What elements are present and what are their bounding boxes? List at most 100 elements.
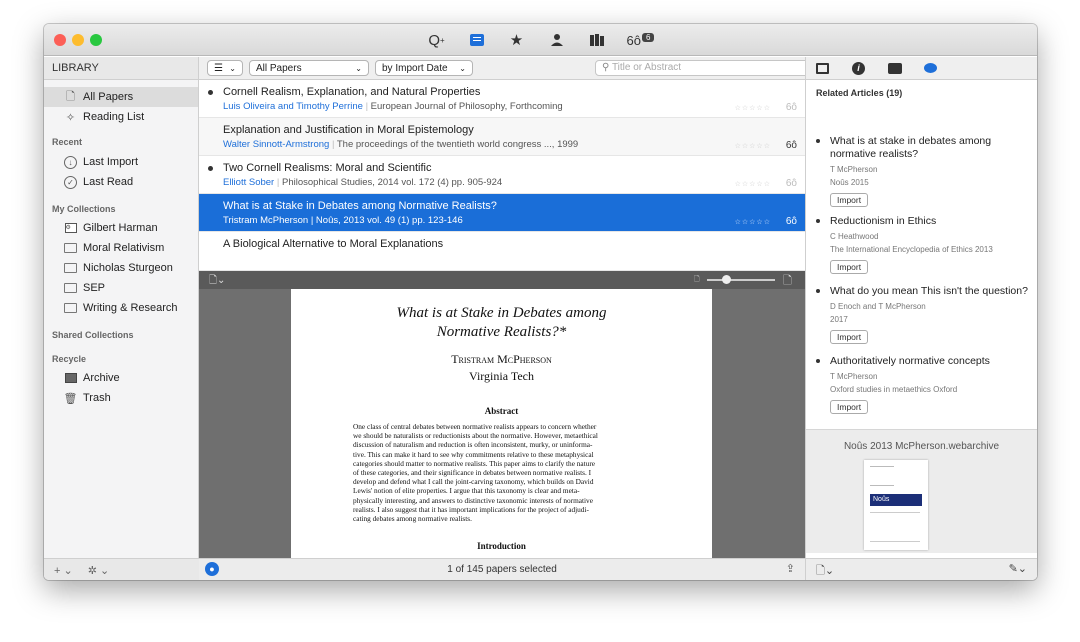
file-icon[interactable]: 🗋⌄ [816,562,834,580]
attachment-thumbnail[interactable]: Noûs [864,460,928,550]
sidebar-item-reading-list[interactable]: ✧ Reading List [44,107,198,127]
attachment-preview[interactable]: Noûs 2013 McPherson.webarchive Noûs [806,429,1037,553]
user-icon[interactable] [537,30,577,50]
sort-select[interactable]: by Import Date ⌄ [375,60,473,76]
paper-row[interactable]: Cornell Realism, Explanation, and Natura… [199,80,805,118]
library-icon[interactable] [577,30,617,50]
share-icon[interactable]: ⇪ [786,562,795,575]
app-window: Q + ★ 6ô 6 LIBRARY 🗋 All Papers ✧ Reading Li… [44,24,1037,580]
menu-icon: ☰ [214,62,223,74]
related-title[interactable]: Authoritatively normative concepts [816,355,1031,368]
reading-glasses-icon[interactable]: 6ô [786,102,797,113]
sidebar-item-writing-research[interactable]: Writing & Research [44,298,198,318]
section-recycle: Recycle [52,354,87,364]
import-button[interactable]: Import [830,400,869,414]
rating-stars[interactable]: ☆☆☆☆☆ [735,180,771,188]
bullet [816,359,820,363]
sidebar-item-label: Last Import [83,156,139,168]
paper-authors: Luis Oliveira and Timothy Perrine [223,101,363,112]
paper-row[interactable]: Explanation and Justification in Moral E… [199,118,805,156]
reading-glasses-icon[interactable]: 6ô [786,178,797,189]
reading-glasses-icon[interactable]: 6ô 6 [617,30,665,50]
list-view-icon[interactable] [457,30,497,50]
pdf-viewer[interactable]: What is at Stake in Debates among Normat… [199,289,805,558]
tab-metadata[interactable] [816,57,852,79]
tab-info[interactable]: i [852,57,888,79]
search-input[interactable]: ⚲ Title or Abstract [595,60,825,76]
related-article: What do you mean This isn't the question… [816,285,1031,344]
reading-badge: 6 [642,32,655,42]
pdf-abstract-line: we should be naturalists or reductionist… [353,431,598,441]
pdf-abstract-line: develop and defend what I call the joint… [353,477,594,487]
reading-glasses-icon[interactable]: 6ô [786,216,797,227]
paper-title: Two Cornell Realisms: Moral and Scientif… [223,162,432,174]
search-icon: ⚲ [602,62,610,73]
inspector-tabs: i [806,57,1037,80]
sidebar-item-label: Moral Relativism [83,242,165,254]
sidebar-item-moral-relativism[interactable]: Moral Relativism [44,238,198,258]
archive-box-icon [64,372,77,385]
main-toolbar: Q + ★ 6ô 6 [44,30,1037,50]
paperclip-icon[interactable]: ✎⌄ [1009,562,1027,575]
import-button[interactable]: Import [830,193,869,207]
chevron-down-icon: ⌄ [459,63,466,73]
folder-icon [64,303,77,313]
paper-row[interactable]: A Biological Alternative to Moral Explan… [199,232,805,271]
sidebar-item-gilbert-harman[interactable]: ⚙ Gilbert Harman [44,218,198,238]
zoom-slider[interactable] [707,279,775,281]
sidebar-item-archive[interactable]: Archive [44,368,198,388]
trash-icon: 🗑 [63,392,78,405]
related-venue: Oxford studies in metaethics Oxford [830,385,958,394]
paper-row[interactable]: Two Cornell Realisms: Moral and Scientif… [199,156,805,194]
sidebar-item-all-papers[interactable]: 🗋 All Papers [44,87,198,107]
attachment-name: Noûs 2013 McPherson.webarchive [843,441,1000,452]
search-add-icon[interactable]: Q + [417,30,457,50]
paper-authors: Walter Sinnott-Armstrong [223,139,330,150]
rating-stars[interactable]: ☆☆☆☆☆ [735,218,771,226]
bullet [816,139,820,143]
paper-source: Noûs, 2013 vol. 49 (1) pp. 123-146 [315,215,463,226]
document-menu-icon[interactable]: 🗋⌄ [209,273,225,290]
filter-value: All Papers [256,62,302,74]
list-options-button[interactable]: ☰ ⌄ [207,60,243,76]
sidebar-item-nicholas-sturgeon[interactable]: Nicholas Sturgeon [44,258,198,278]
pdf-title-line1: What is at Stake in Debates among [396,305,607,321]
pdf-abstract-line: discussion of naturalism and reduction i… [353,440,593,450]
chevron-down-icon: ⌄ [355,63,362,73]
sidebar-item-last-import[interactable]: ↓ Last Import [44,152,198,172]
sidebar-item-trash[interactable]: 🗑 Trash [44,388,198,408]
zoom-slider-knob[interactable] [722,275,731,284]
filter-select[interactable]: All Papers ⌄ [249,60,369,76]
tab-related[interactable] [924,57,960,79]
bullet [816,289,820,293]
related-heading: Related Articles (19) [816,88,903,98]
paper-row-selected[interactable]: What is at Stake in Debates among Normat… [199,194,805,232]
paper-authors: Elliott Sober [223,177,275,188]
rating-stars[interactable]: ☆☆☆☆☆ [735,104,771,112]
add-collection-button[interactable]: + ⌄ [54,565,73,577]
sidebar-item-last-read[interactable]: ✓ Last Read [44,172,198,192]
related-title[interactable]: What do you mean This isn't the question… [816,285,1031,298]
related-title[interactable]: Reductionism in Ethics [816,215,1031,228]
smart-collection-icon: ⚙ [64,222,77,235]
import-button[interactable]: Import [830,330,869,344]
sidebar-item-sep[interactable]: SEP [44,278,198,298]
paper-source: The proceedings of the twentieth world c… [336,139,579,150]
search-placeholder: Title or Abstract [611,62,682,73]
pdf-abstract-line: categories should matter to normative re… [353,458,596,468]
tab-briefcase[interactable] [888,57,924,79]
related-author: T McPherson [830,165,878,174]
rating-stars[interactable]: ☆☆☆☆☆ [735,142,771,150]
import-button[interactable]: Import [830,260,869,274]
paper-source: Philosophical Studies, 2014 vol. 172 (4)… [281,177,503,188]
section-recent: Recent [52,137,83,147]
pdf-abstract-line: realists. I also suggest that it has imp… [353,504,589,514]
document-icon: 🗋 [66,90,75,103]
related-title[interactable]: What is at stake in debates among normat… [816,135,1031,161]
settings-gear-button[interactable]: ✲ ⌄ [88,565,110,577]
sidebar-item-label: Gilbert Harman [83,222,158,234]
reading-glasses-icon[interactable]: 6ô [786,140,797,151]
related-author: T McPherson [830,372,878,381]
reading-list-icon: ✧ [65,111,76,124]
star-icon[interactable]: ★ [497,30,537,50]
